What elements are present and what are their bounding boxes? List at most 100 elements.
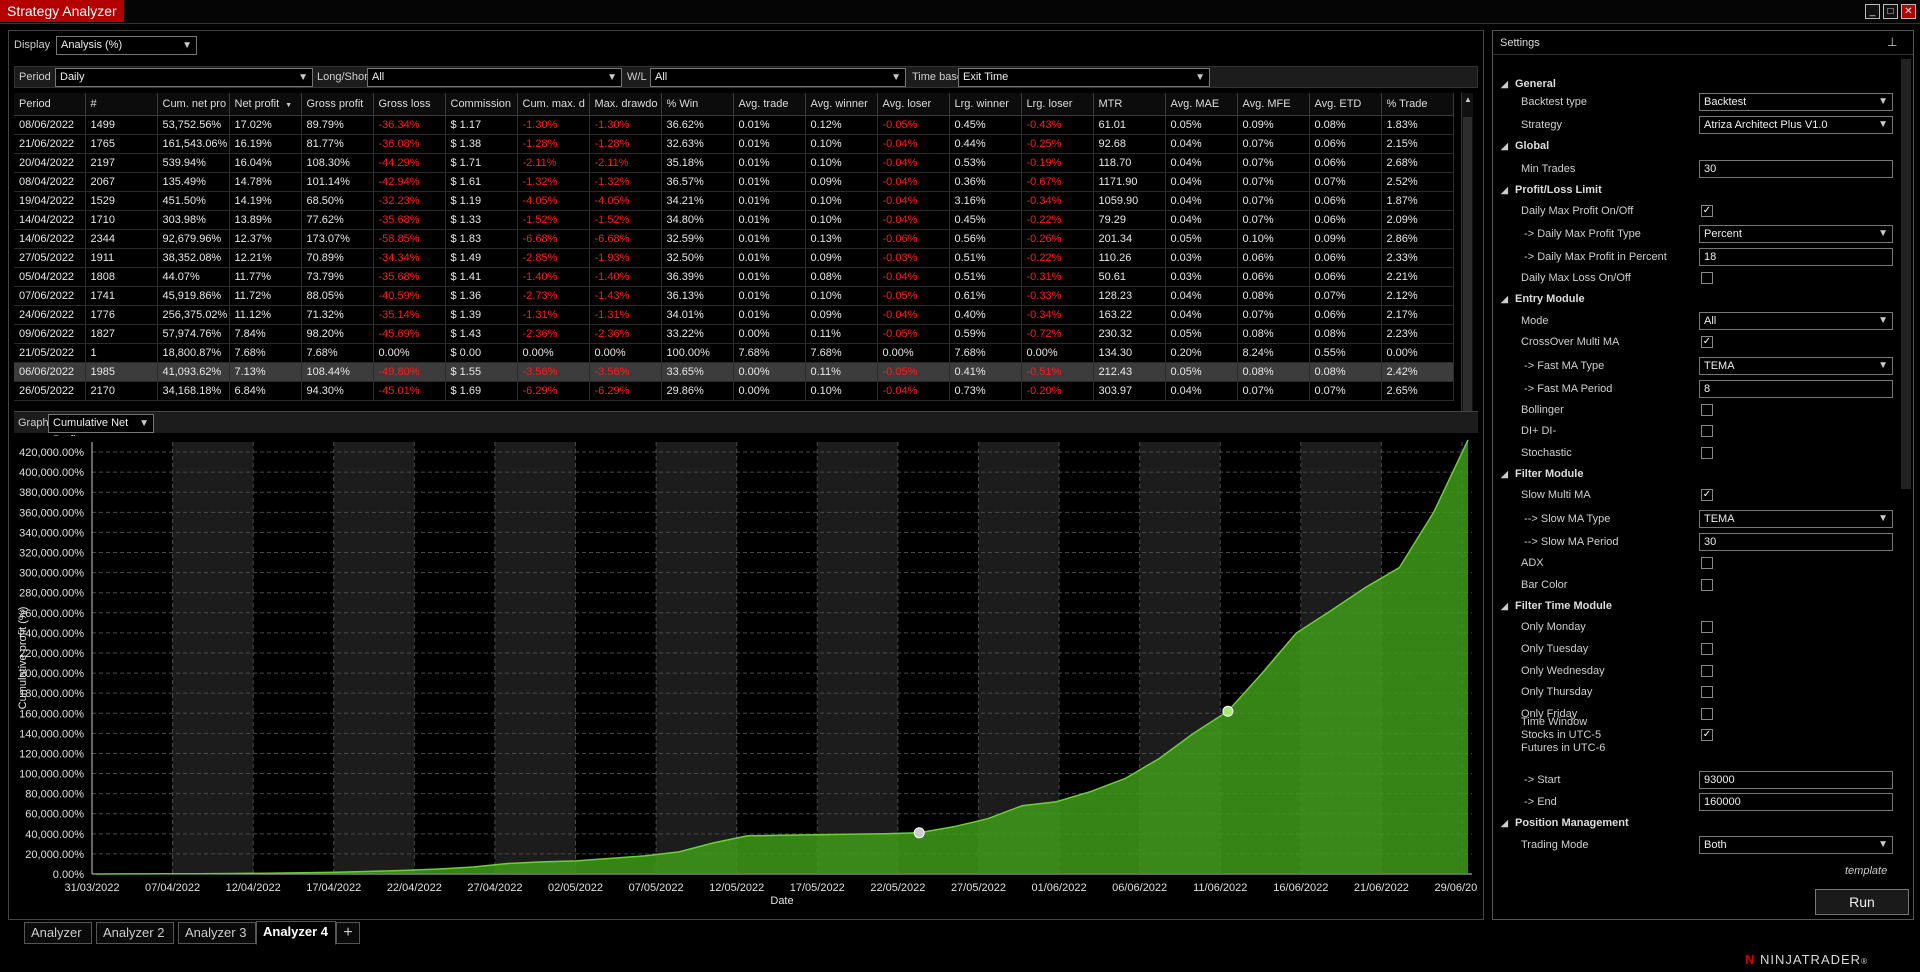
column-header[interactable]: #	[85, 93, 158, 116]
close-button[interactable]: ✕	[1901, 4, 1916, 19]
add-tab-button[interactable]: +	[336, 922, 360, 944]
property-input[interactable]: 30	[1699, 533, 1893, 551]
settings-section-header[interactable]: ◢ Filter Time Module	[1501, 597, 1612, 615]
property-input[interactable]: 93000	[1699, 771, 1893, 789]
run-button[interactable]: Run	[1815, 889, 1909, 915]
property-select[interactable]: TEMA ▼	[1699, 357, 1893, 375]
property-checkbox[interactable]	[1701, 621, 1713, 633]
property-input[interactable]: 8	[1699, 380, 1893, 398]
property-input[interactable]: 18	[1699, 248, 1893, 266]
tab-analyzer-3[interactable]: Analyzer 3	[178, 922, 256, 944]
settings-scrollbar[interactable]	[1901, 59, 1911, 489]
settings-section-header[interactable]: ◢ Entry Module	[1501, 290, 1585, 308]
collapse-icon[interactable]: ◢	[1501, 814, 1515, 832]
column-header[interactable]: Gross loss	[373, 93, 446, 116]
column-header[interactable]: % Win	[661, 93, 734, 116]
column-header[interactable]: Max. drawdo	[589, 93, 662, 116]
table-row[interactable]: 14/04/2022 1710 303.98% 13.89% 77.62% -35.68%…	[14, 210, 1454, 230]
column-header[interactable]: Avg. winner	[805, 93, 878, 116]
column-header[interactable]: MTR	[1093, 93, 1166, 116]
table-row[interactable]: 27/05/2022 1911 38,352.08% 12.21% 70.89% -34.…	[14, 248, 1454, 268]
property-select[interactable]: Percent ▼	[1699, 225, 1893, 243]
tab-analyzer-2[interactable]: Analyzer 2	[96, 922, 174, 944]
settings-section-header[interactable]: ◢ Profit/Loss Limit	[1501, 181, 1602, 199]
period-select[interactable]: Daily ▼	[55, 68, 313, 87]
column-header[interactable]: Cum. net pro	[157, 93, 230, 116]
property-checkbox[interactable]	[1701, 557, 1713, 569]
property-input[interactable]: 160000	[1699, 793, 1893, 811]
table-row[interactable]: 08/06/2022 1499 53,752.56% 17.02% 89.79% -36.…	[14, 115, 1454, 135]
collapse-icon[interactable]: ◢	[1501, 465, 1515, 483]
column-header[interactable]: Commission	[445, 93, 518, 116]
settings-section-header[interactable]: ◢ Global	[1501, 137, 1549, 155]
data-point-marker[interactable]	[1222, 705, 1234, 717]
table-row[interactable]: 19/04/2022 1529 451.50% 14.19% 68.50% -32.23%…	[14, 191, 1454, 211]
column-header[interactable]: Avg. trade	[733, 93, 806, 116]
table-row[interactable]: 09/06/2022 1827 57,974.76% 7.84% 98.20% -45.6…	[14, 324, 1454, 344]
table-row[interactable]: 08/04/2022 2067 135.49% 14.78% 101.14% -42.94…	[14, 172, 1454, 192]
collapse-icon[interactable]: ◢	[1501, 137, 1515, 155]
column-header[interactable]: Gross profit	[301, 93, 374, 116]
column-header[interactable]: Avg. MFE	[1237, 93, 1310, 116]
property-checkbox[interactable]	[1701, 686, 1713, 698]
property-checkbox[interactable]: ✓	[1701, 489, 1713, 501]
minimize-button[interactable]: _	[1865, 4, 1880, 19]
table-row[interactable]: 20/04/2022 2197 539.94% 16.04% 108.30% -44.29…	[14, 153, 1454, 173]
property-checkbox[interactable]	[1701, 579, 1713, 591]
maximize-button[interactable]: □	[1883, 4, 1898, 19]
display-select[interactable]: Analysis (%) ▼	[56, 36, 197, 55]
table-row[interactable]: 24/06/2022 1776 256,375.02% 11.12% 71.32% -35…	[14, 305, 1454, 325]
graph-select[interactable]: Cumulative Net Profit▼	[48, 414, 154, 446]
table-row[interactable]: 07/06/2022 1741 45,919.86% 11.72% 88.05% -40.…	[14, 286, 1454, 306]
timebase-select[interactable]: Exit Time ▼	[958, 68, 1210, 87]
property-select[interactable]: Both ▼	[1699, 836, 1893, 854]
property-checkbox[interactable]	[1701, 665, 1713, 677]
tab-analyzer[interactable]: Analyzer	[24, 922, 92, 944]
table-scrollbar[interactable]: ▲	[1461, 93, 1473, 433]
column-header[interactable]: Net profit ▼	[229, 93, 302, 116]
scroll-up-icon[interactable]: ▲	[1464, 95, 1472, 104]
table-row[interactable]: 21/06/2022 1765 161,543.06% 16.19% 81.77% -36…	[14, 134, 1454, 154]
tab-analyzer-4[interactable]: Analyzer 4	[256, 921, 336, 945]
column-header[interactable]: Cum. max. d	[517, 93, 590, 116]
scrollbar-thumb[interactable]	[1463, 117, 1472, 427]
property-checkbox[interactable]	[1701, 272, 1713, 284]
column-header[interactable]: Lrg. winner	[949, 93, 1022, 116]
settings-section-header[interactable]: ◢ Position Management	[1501, 814, 1629, 832]
longshort-select[interactable]: All ▼	[367, 68, 622, 87]
column-header[interactable]: Lrg. loser	[1021, 93, 1094, 116]
collapse-icon[interactable]: ◢	[1501, 597, 1515, 615]
table-row[interactable]: 05/04/2022 1808 44.07% 11.77% 73.79% -35.68% $…	[14, 267, 1454, 287]
table-row[interactable]: 21/05/2022 1 18,800.87% 7.68% 7.68% 0.00% $ 0.…	[14, 343, 1454, 363]
property-checkbox[interactable]	[1701, 708, 1713, 720]
property-input[interactable]: 30	[1699, 160, 1893, 178]
property-select[interactable]: All ▼	[1699, 312, 1893, 330]
property-checkbox[interactable]	[1701, 447, 1713, 459]
cumulative-profit-chart[interactable]: 0.00% 20,000.00% 40,000.00% 60,000.00% 80,00…	[14, 436, 1478, 915]
settings-section-header[interactable]: ◢ General	[1501, 75, 1556, 93]
column-header[interactable]: % Trade	[1381, 93, 1454, 116]
collapse-icon[interactable]: ◢	[1501, 75, 1515, 93]
table-row[interactable]: 26/05/2022 2170 34,168.18% 6.84% 94.30% -45.0…	[14, 381, 1454, 401]
table-row[interactable]: 06/06/2022 1985 41,093.62% 7.13% 108.44% -49.…	[14, 362, 1454, 382]
collapse-icon[interactable]: ◢	[1501, 181, 1515, 199]
wl-select[interactable]: All ▼	[650, 68, 906, 87]
property-checkbox[interactable]: ✓	[1701, 336, 1713, 348]
data-point-marker[interactable]	[913, 827, 925, 839]
template-link[interactable]: template	[1845, 865, 1887, 877]
property-select[interactable]: Backtest ▼	[1699, 93, 1893, 111]
property-checkbox[interactable]	[1701, 425, 1713, 437]
column-header[interactable]: Period	[14, 93, 86, 116]
column-header[interactable]: Avg. ETD	[1309, 93, 1382, 116]
settings-section-header[interactable]: ◢ Filter Module	[1501, 465, 1583, 483]
collapse-icon[interactable]: ◢	[1501, 290, 1515, 308]
property-checkbox[interactable]	[1701, 643, 1713, 655]
property-select[interactable]: Atriza Architect Plus V1.0 ▼	[1699, 116, 1893, 134]
property-checkbox[interactable]: ✓	[1701, 729, 1713, 741]
property-checkbox[interactable]	[1701, 404, 1713, 416]
table-row[interactable]: 14/06/2022 2344 92,679.96% 12.37% 173.07% -58…	[14, 229, 1454, 249]
column-header[interactable]: Avg. MAE	[1165, 93, 1238, 116]
property-checkbox[interactable]: ✓	[1701, 205, 1713, 217]
column-header[interactable]: Avg. loser	[877, 93, 950, 116]
property-select[interactable]: TEMA ▼	[1699, 510, 1893, 528]
